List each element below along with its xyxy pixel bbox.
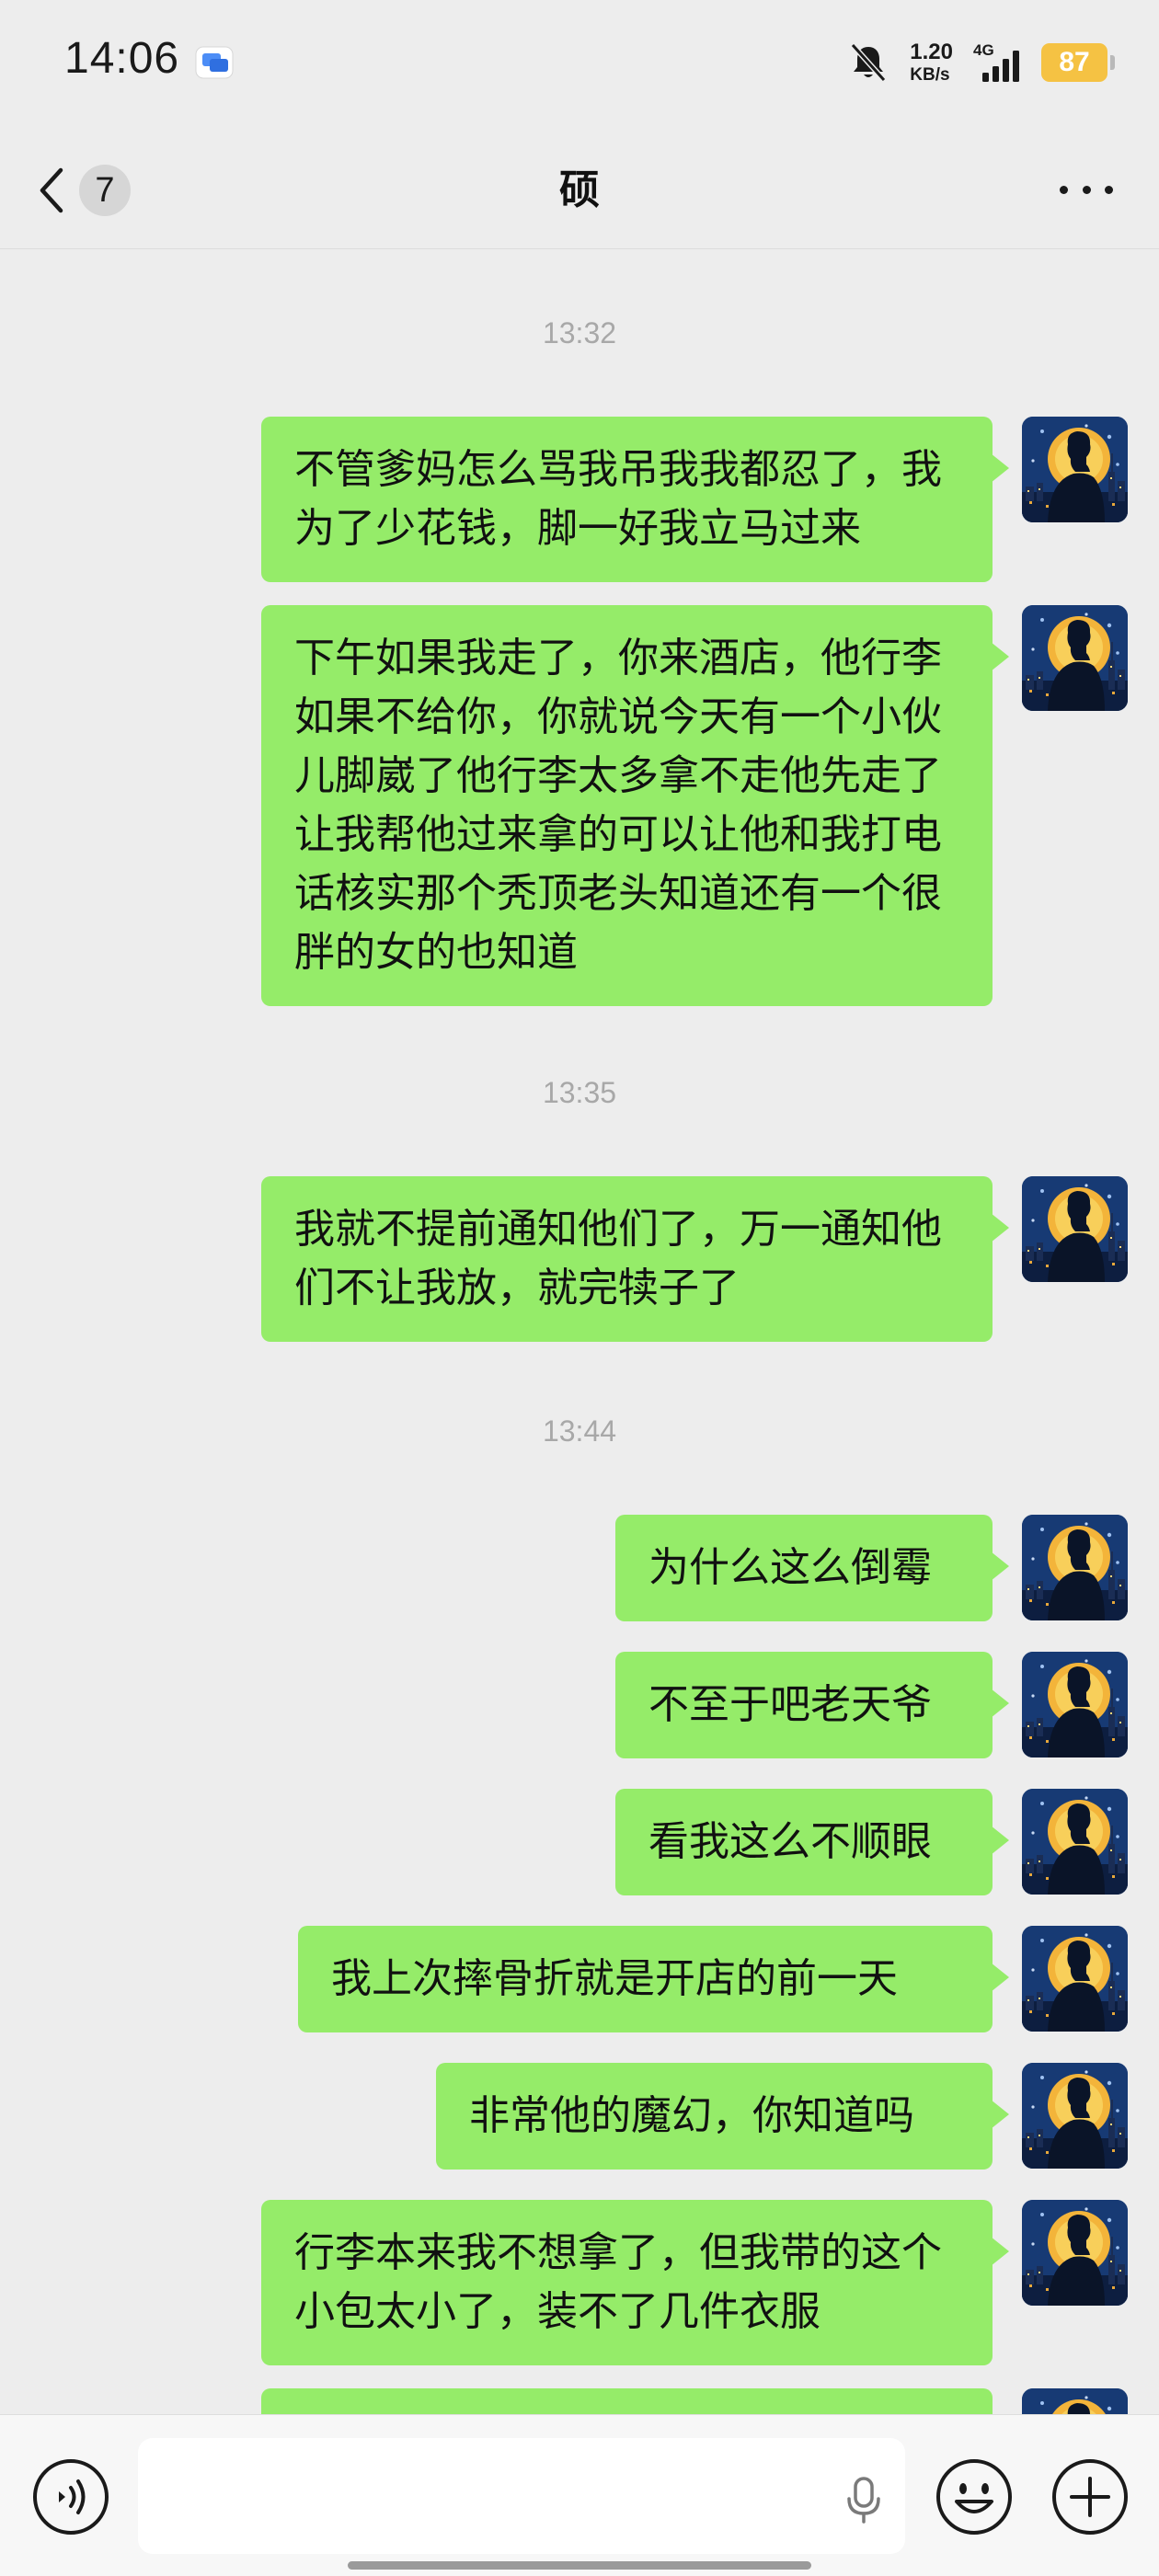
microphone-icon[interactable] — [841, 2475, 887, 2524]
avatar[interactable] — [1022, 2388, 1128, 2414]
network-speed: 1.20 KB/s — [910, 40, 953, 85]
timestamp: 13:35 — [542, 1076, 617, 1109]
message-bubble[interactable] — [261, 2388, 993, 2414]
message-row: 我就不提前通知他们了，万一通知他们不让我放，就完犊子了 — [261, 1176, 1128, 1342]
more-dots-icon — [1060, 185, 1068, 194]
avatar[interactable] — [1022, 1926, 1128, 2032]
home-indicator[interactable] — [348, 2561, 811, 2570]
message-row: 下午如果我走了，你来酒店，他行李如果不给你，你就说今天有一个小伙儿脚崴了他行李太… — [261, 605, 1128, 1006]
plus-circle-icon[interactable] — [1050, 2457, 1130, 2536]
signal-bars-icon — [982, 51, 1019, 82]
timestamp: 13:32 — [542, 316, 617, 349]
message-bubble[interactable]: 不管爹妈怎么骂我吊我我都忍了，我为了少花钱，脚一好我立马过来 — [261, 417, 1009, 582]
bell-muted-icon — [851, 42, 887, 83]
message-bubble[interactable]: 不至于吧老天爷 — [615, 1652, 1009, 1758]
message-row: 我上次摔骨折就是开店的前一天 — [298, 1926, 1128, 2032]
message-bubble[interactable]: 行李本来我不想拿了，但我带的这个小包太小了，装不了几件衣服 — [261, 2200, 1009, 2365]
message-row — [261, 2388, 1128, 2414]
chat-title: 硕 — [559, 166, 600, 213]
avatar[interactable] — [1022, 1515, 1128, 1620]
message-bubble[interactable]: 我上次摔骨折就是开店的前一天 — [298, 1926, 1009, 2032]
message-row: 行李本来我不想拿了，但我带的这个小包太小了，装不了几件衣服 — [261, 2200, 1128, 2365]
message-app-icon — [195, 46, 234, 79]
status-time: 14:06 — [64, 34, 180, 83]
message-bubble[interactable]: 为什么这么倒霉 — [615, 1515, 1009, 1621]
avatar[interactable] — [1022, 2200, 1128, 2306]
avatar[interactable] — [1022, 417, 1128, 522]
network-speed-unit: KB/s — [910, 65, 950, 85]
more-options-button[interactable] — [1060, 180, 1113, 199]
input-bar — [0, 2414, 1159, 2576]
message-input-box[interactable] — [138, 2438, 905, 2554]
message-input[interactable] — [138, 2438, 819, 2554]
message-row: 不至于吧老天爷 — [615, 1652, 1128, 1758]
avatar[interactable] — [1022, 605, 1128, 711]
message-row: 非常他的魔幻，你知道吗 — [436, 2063, 1128, 2170]
avatar[interactable] — [1022, 1652, 1128, 1757]
emoji-icon[interactable] — [935, 2457, 1014, 2536]
voice-icon[interactable] — [31, 2457, 110, 2536]
message-row: 为什么这么倒霉 — [615, 1515, 1128, 1621]
avatar[interactable] — [1022, 2063, 1128, 2169]
message-bubble[interactable]: 我就不提前通知他们了，万一通知他们不让我放，就完犊子了 — [261, 1176, 1009, 1342]
message-row: 看我这么不顺眼 — [615, 1789, 1128, 1895]
battery-cap — [1110, 55, 1115, 70]
timestamp: 13:44 — [542, 1414, 617, 1448]
message-bubble[interactable]: 下午如果我走了，你来酒店，他行李如果不给你，你就说今天有一个小伙儿脚崴了他行李太… — [261, 605, 1009, 1006]
chat-header: 7 硕 — [0, 129, 1159, 249]
signal-indicator: 4G — [973, 41, 1027, 84]
message-bubble[interactable]: 非常他的魔幻，你知道吗 — [436, 2063, 1009, 2170]
avatar[interactable] — [1022, 1789, 1128, 1895]
avatar[interactable] — [1022, 1176, 1128, 1282]
battery-indicator: 87 — [1041, 43, 1107, 82]
message-bubble[interactable]: 看我这么不顺眼 — [615, 1789, 1009, 1895]
status-bar: 14:06 1.20 KB/s 4G 87 — [0, 0, 1159, 129]
message-row: 不管爹妈怎么骂我吊我我都忍了，我为了少花钱，脚一好我立马过来 — [261, 417, 1128, 582]
chat-messages[interactable]: 13:32 不管爹妈怎么骂我吊我我都忍了，我为了少花钱，脚一好我立马过来 下午如… — [0, 249, 1159, 2414]
network-speed-value: 1.20 — [910, 40, 953, 64]
status-indicators: 1.20 KB/s 4G 87 — [847, 37, 1115, 88]
